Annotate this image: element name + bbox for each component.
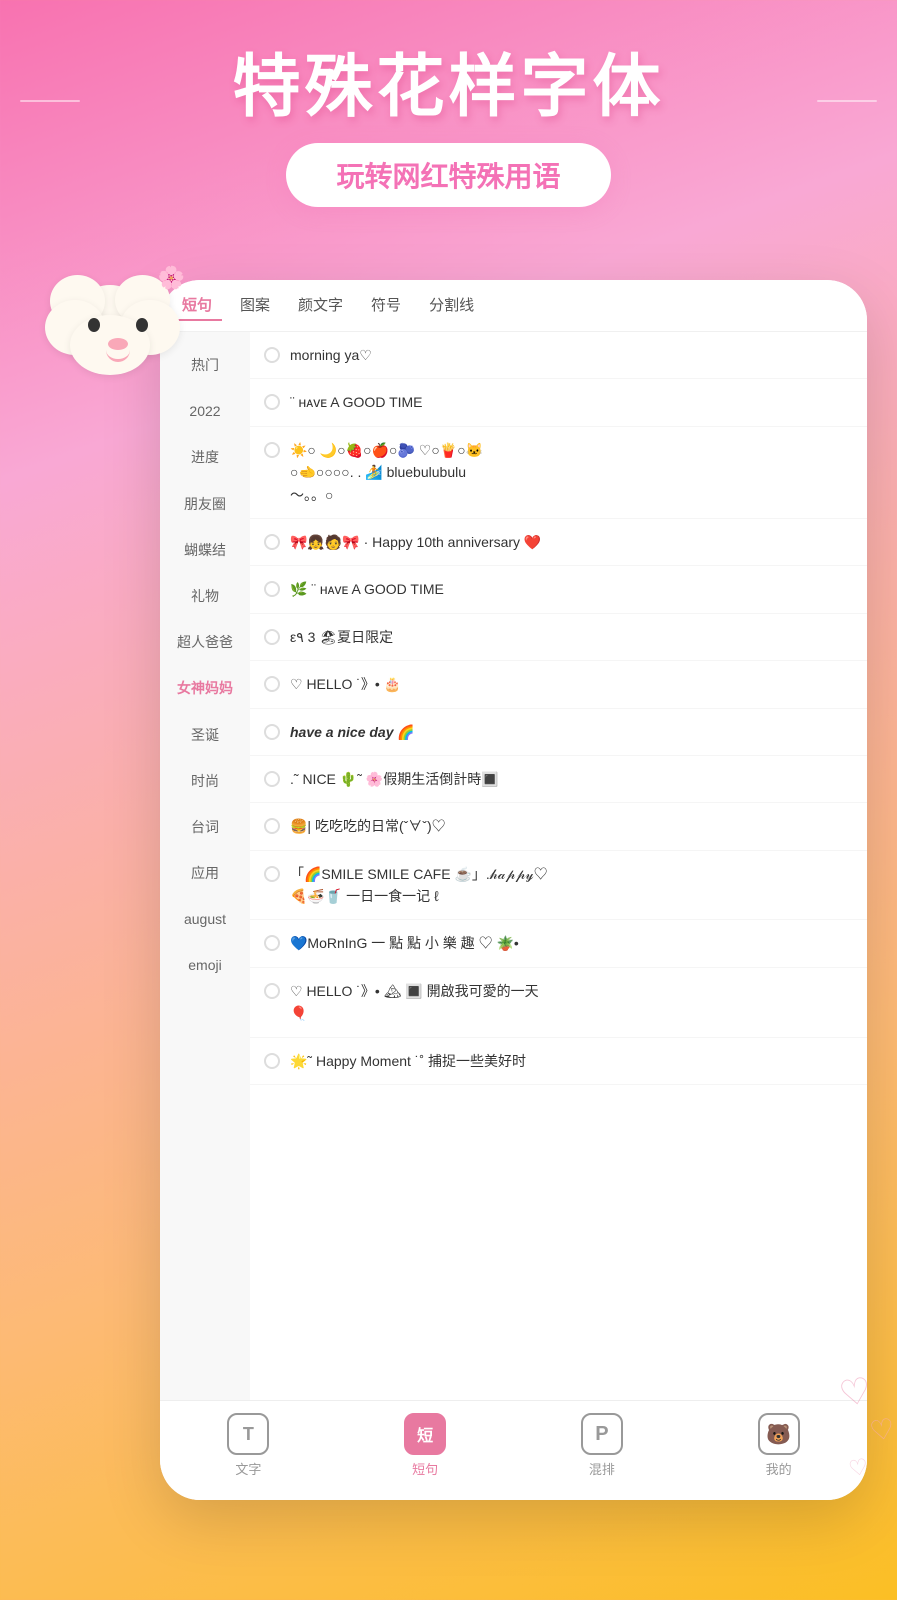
item-text: ♡ HELLO ˙》• 🎂	[290, 673, 853, 695]
nav-item-duanju[interactable]: 短 短句	[404, 1413, 446, 1478]
nav-item-hunpai[interactable]: P 混排	[581, 1413, 623, 1478]
sheep-eye-right	[136, 318, 148, 332]
item-text: ¨ ʜᴀᴠᴇ A GOOD TIME	[290, 391, 853, 413]
cat-tab-tuan[interactable]: 图案	[230, 290, 280, 321]
radio-dot[interactable]	[264, 442, 280, 458]
list-item[interactable]: 🎀👧🧑🎀 · Happy 10th anniversary ❤️	[250, 519, 867, 566]
nav-item-wode[interactable]: 🐻 我的	[758, 1413, 800, 1478]
item-text: 🎀👧🧑🎀 · Happy 10th anniversary ❤️	[290, 531, 853, 553]
sheep-flower: 🌸	[158, 265, 185, 291]
list-item[interactable]: 🍔| 吃吃吃的日常(ˇ∀ˇ)♡	[250, 803, 867, 850]
item-text: ε٩ 3 🏖夏日限定	[290, 626, 853, 648]
item-text: ☀️○ 🌙○🍓○🍎○🫐 ♡○🍟○🐱 ○🫲○○○○. . 🏄 bluebulubu…	[290, 439, 853, 506]
list-item[interactable]: 🌿 ¨ ʜᴀᴠᴇ A GOOD TIME	[250, 566, 867, 613]
sidebar-item-yingyong[interactable]: 应用	[160, 850, 250, 896]
sidebar-item-shengdan[interactable]: 圣诞	[160, 712, 250, 758]
list-item[interactable]: ¨ ʜᴀᴠᴇ A GOOD TIME	[250, 379, 867, 426]
item-text: 🍔| 吃吃吃的日常(ˇ∀ˇ)♡	[290, 815, 853, 837]
item-text: 🌟˜ Happy Moment ˙˚ 捕捉一些美好时	[290, 1050, 853, 1072]
sidebar-item-august[interactable]: august	[160, 896, 250, 942]
main-title: 特殊花样字体	[20, 50, 877, 125]
radio-dot[interactable]	[264, 534, 280, 550]
sidebar-item-jindu[interactable]: 进度	[160, 434, 250, 480]
list-item[interactable]: 「🌈SMILE SMILE CAFE ☕」.𝒽𝒶𝓅𝓅𝓎♡ 🍕🍜🥤 一日一食一记 …	[250, 851, 867, 921]
cat-tab-fuhao[interactable]: 符号	[361, 290, 411, 321]
radio-dot[interactable]	[264, 1053, 280, 1069]
list-item[interactable]: 🌟˜ Happy Moment ˙˚ 捕捉一些美好时	[250, 1038, 867, 1085]
item-text-have-nice-day: have a nice day 🌈	[290, 721, 853, 743]
duanju-icon: 短	[404, 1413, 446, 1455]
cat-tab-yanlian[interactable]: 颜文字	[288, 290, 353, 321]
list-item[interactable]: ε٩ 3 🏖夏日限定	[250, 614, 867, 661]
content-area: 热门 2022 进度 朋友圈 蝴蝶结 礼物 超人爸爸 女神妈妈 圣诞 时尚 台词…	[160, 332, 867, 1442]
wode-icon: 🐻	[758, 1413, 800, 1455]
sidebar: 热门 2022 进度 朋友圈 蝴蝶结 礼物 超人爸爸 女神妈妈 圣诞 时尚 台词…	[160, 332, 250, 1442]
radio-dot[interactable]	[264, 724, 280, 740]
list-item[interactable]: 💙MoRnInG 一 點 點 小 樂 趣 ♡ 🪴•	[250, 920, 867, 967]
item-text: ♡ HELLO ˙》• 🏔 🔳 開啟我可愛的一天 🎈	[290, 980, 853, 1025]
sidebar-item-liwu[interactable]: 礼物	[160, 573, 250, 619]
radio-dot[interactable]	[264, 581, 280, 597]
sidebar-item-nvshenmama[interactable]: 女神妈妈	[160, 665, 250, 711]
category-tabs: 短句 图案 颜文字 符号 分割线	[160, 280, 867, 332]
item-text: 「🌈SMILE SMILE CAFE ☕」.𝒽𝒶𝓅𝓅𝓎♡ 🍕🍜🥤 一日一食一记 …	[290, 863, 853, 908]
list-item[interactable]: ♡ HELLO ˙》• 🏔 🔳 開啟我可愛的一天 🎈	[250, 968, 867, 1038]
radio-dot[interactable]	[264, 866, 280, 882]
list-item[interactable]: ♡ HELLO ˙》• 🎂	[250, 661, 867, 708]
radio-dot[interactable]	[264, 347, 280, 363]
sheep-mascot: 🌸	[40, 270, 200, 430]
sheep-eye-left	[88, 318, 100, 332]
radio-dot[interactable]	[264, 629, 280, 645]
list-item[interactable]: ☀️○ 🌙○🍓○🍎○🫐 ♡○🍟○🐱 ○🫲○○○○. . 🏄 bluebulubu…	[250, 427, 867, 519]
radio-dot[interactable]	[264, 983, 280, 999]
top-area: 特殊花样字体 玩转网红特殊用语	[0, 0, 897, 227]
subtitle-pill: 玩转网红特殊用语	[286, 143, 610, 207]
sidebar-item-pengyouquan[interactable]: 朋友圈	[160, 481, 250, 527]
sheep-nose	[108, 338, 128, 350]
cat-tab-fengexian[interactable]: 分割线	[419, 290, 484, 321]
list-item[interactable]: morning ya♡	[250, 332, 867, 379]
radio-dot[interactable]	[264, 818, 280, 834]
radio-dot[interactable]	[264, 394, 280, 410]
item-text: 🌿 ¨ ʜᴀᴠᴇ A GOOD TIME	[290, 578, 853, 600]
radio-dot[interactable]	[264, 676, 280, 692]
radio-dot[interactable]	[264, 935, 280, 951]
item-text: morning ya♡	[290, 344, 853, 366]
list-item-have-nice-day[interactable]: have a nice day 🌈	[250, 709, 867, 756]
radio-dot[interactable]	[264, 771, 280, 787]
list-item[interactable]: .˜ NICE 🌵˜ 🌸假期生活倒計時🔳	[250, 756, 867, 803]
nav-label-wode: 我的	[766, 1459, 792, 1478]
nav-label-duanju: 短句	[412, 1459, 438, 1478]
wenzi-icon: T	[227, 1413, 269, 1455]
bottom-nav: T 文字 短 短句 P 混排 🐻 我的	[160, 1400, 867, 1500]
nav-item-wenzi[interactable]: T 文字	[227, 1413, 269, 1478]
sidebar-item-hudieje[interactable]: 蝴蝶结	[160, 527, 250, 573]
hunpai-icon: P	[581, 1413, 623, 1455]
nav-label-hunpai: 混排	[589, 1459, 615, 1478]
nav-label-wenzi: 文字	[235, 1459, 261, 1478]
phone-container: 短句 图案 颜文字 符号 分割线 热门 2022 进度 朋友圈 蝴蝶结 礼物 超…	[160, 280, 867, 1500]
sidebar-item-chaobaba[interactable]: 超人爸爸	[160, 619, 250, 665]
item-text: 💙MoRnInG 一 點 點 小 樂 趣 ♡ 🪴•	[290, 932, 853, 954]
list-content: morning ya♡ ¨ ʜᴀᴠᴇ A GOOD TIME ☀️○ 🌙○🍓○🍎…	[250, 332, 867, 1442]
sidebar-item-shishang[interactable]: 时尚	[160, 758, 250, 804]
sidebar-item-taici[interactable]: 台词	[160, 804, 250, 850]
sidebar-item-emoji[interactable]: emoji	[160, 942, 250, 988]
item-text: .˜ NICE 🌵˜ 🌸假期生活倒計時🔳	[290, 768, 853, 790]
